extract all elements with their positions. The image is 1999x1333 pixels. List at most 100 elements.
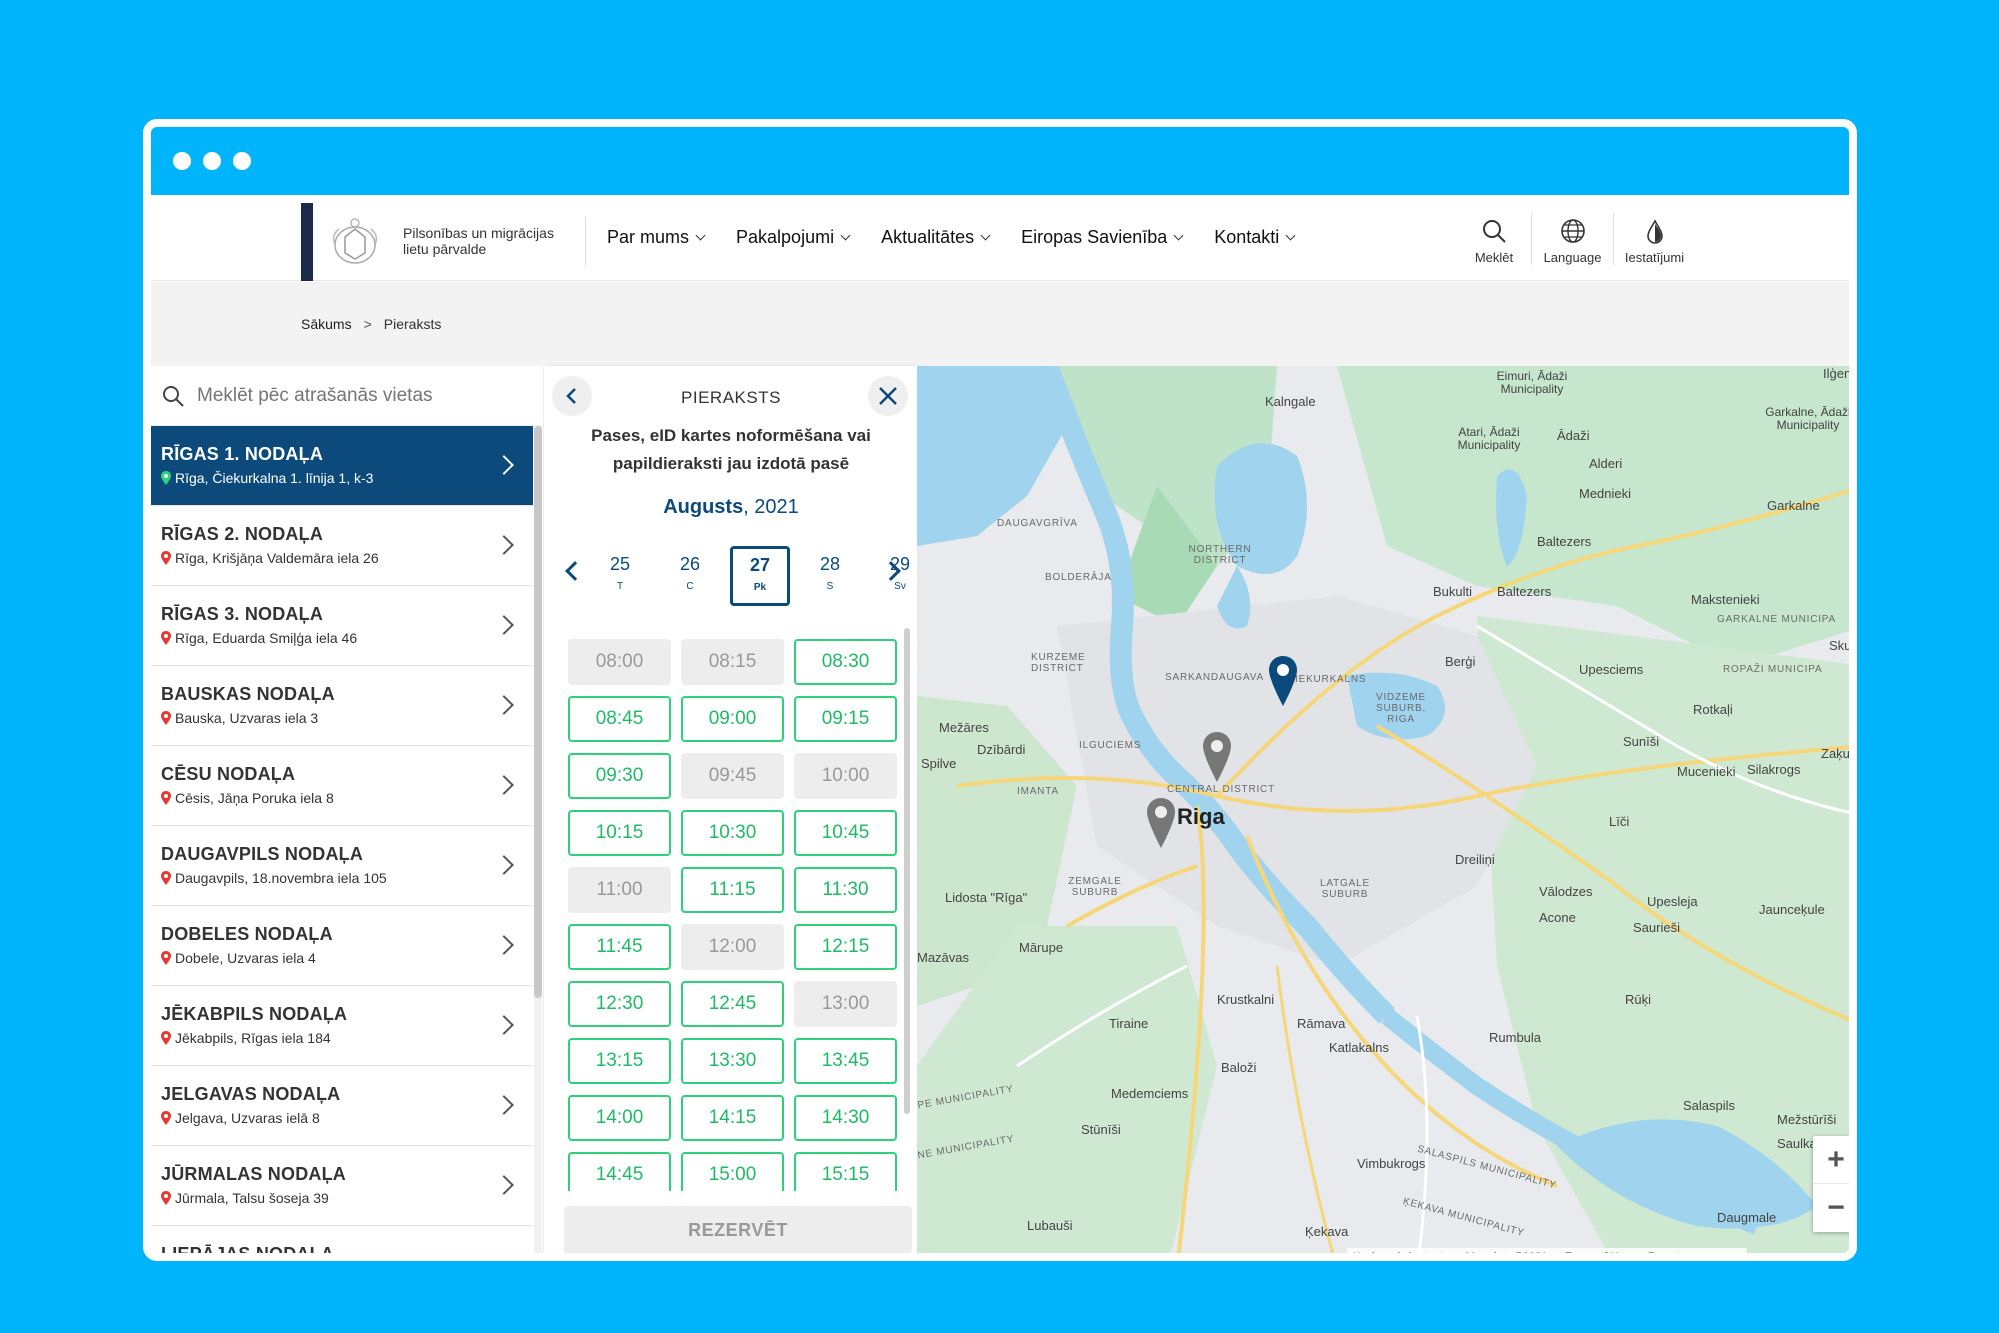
time-slot[interactable]: 08:45 [568, 696, 671, 742]
time-slot[interactable]: 09:00 [681, 696, 784, 742]
location-name: RĪGAS 2. NODAĻA [161, 524, 324, 544]
slots-scrollbar[interactable] [904, 628, 910, 1114]
location-address: Bauska, Uzvaras iela 3 [161, 710, 533, 726]
nav-eiropas-savieniba[interactable]: Eiropas Savienība [1021, 227, 1184, 248]
location-pin-icon[interactable] [1145, 796, 1177, 852]
location-search [151, 366, 543, 426]
reserve-button[interactable]: REZERVĒT [564, 1206, 912, 1253]
time-slot[interactable]: 12:15 [794, 924, 897, 970]
time-slot[interactable]: 11:15 [681, 867, 784, 913]
language-button[interactable]: Language [1531, 213, 1613, 265]
time-slot[interactable]: 11:30 [794, 867, 897, 913]
map-label: Makstenieki [1691, 592, 1760, 607]
chevron-down-icon [980, 230, 991, 241]
day-number: 25 [609, 554, 631, 574]
search-label: Meklēt [1474, 250, 1514, 265]
search-button[interactable]: Meklēt [1457, 213, 1531, 265]
location-item[interactable]: DOBELES NODAĻA Dobele, Uzvaras iela 4 [151, 906, 533, 986]
header-tools: Meklēt Language Iestatījumi [1457, 213, 1695, 265]
time-slot[interactable]: 09:30 [568, 753, 671, 799]
window-dot-1[interactable] [173, 152, 191, 170]
time-slot[interactable]: 08:30 [794, 639, 897, 685]
map-label: Upesleja [1647, 894, 1698, 909]
time-slot[interactable]: 10:30 [681, 810, 784, 856]
time-slot[interactable]: 09:15 [794, 696, 897, 742]
location-item[interactable]: CĒSU NODAĻA Cēsis, Jāņa Poruka iela 8 [151, 746, 533, 826]
map-label: Vālodzes [1539, 884, 1593, 899]
location-address: Cēsis, Jāņa Poruka iela 8 [161, 790, 533, 806]
settings-label: Iestatījumi [1624, 250, 1685, 265]
district-label: VIDZEME SUBURB, RIGA [1375, 692, 1427, 725]
close-button[interactable] [868, 376, 908, 416]
location-item[interactable]: LIEPĀJAS NODAĻA [151, 1226, 533, 1253]
selected-location-pin-icon[interactable] [1267, 654, 1299, 710]
terms-link[interactable]: Terms of Use [1565, 1251, 1630, 1253]
time-slot[interactable]: 11:45 [568, 924, 671, 970]
district-label: IMANTA [1017, 786, 1059, 797]
coat-of-arms-logo-icon[interactable] [327, 215, 383, 269]
zoom-in-button[interactable]: + [1813, 1136, 1849, 1184]
map-label: Vimbukrogs [1357, 1156, 1426, 1171]
time-slot: 08:15 [681, 639, 784, 685]
keyboard-shortcuts-link[interactable]: Keyboard shortcuts [1353, 1251, 1448, 1253]
time-slot[interactable]: 14:45 [568, 1152, 671, 1191]
window-titlebar [151, 127, 1849, 195]
map-label: Līči [1609, 814, 1630, 829]
report-error-link[interactable]: Report a map error [1648, 1251, 1741, 1253]
location-item[interactable]: JELGAVAS NODAĻA Jelgava, Uzvaras ielā 8 [151, 1066, 533, 1146]
location-item[interactable]: RĪGAS 2. NODAĻA Rīga, Krišjāņa Valdemāra … [151, 506, 533, 586]
map-label: Mežstūrīši [1777, 1112, 1837, 1127]
nav-kontakti[interactable]: Kontakti [1214, 227, 1296, 248]
time-slots: 08:00 08:15 08:30 08:45 09:00 09:15 09:30 09:45… [568, 639, 908, 1191]
day-option[interactable]: 25 T [590, 546, 650, 606]
time-slot[interactable]: 15:15 [794, 1152, 897, 1191]
map-label: Lubauši [1027, 1218, 1073, 1233]
location-panel: RĪGAS 1. NODAĻA Rīga, Čiekurkalna 1. līni… [151, 366, 543, 1253]
nav-par-mums[interactable]: Par mums [607, 227, 706, 248]
list-scrollbar[interactable] [534, 426, 542, 998]
window-dot-3[interactable] [233, 152, 251, 170]
location-item[interactable]: DAUGAVPILS NODAĻA Daugavpils, 18.novembra… [151, 826, 533, 906]
time-slot[interactable]: 10:45 [794, 810, 897, 856]
location-item[interactable]: RĪGAS 1. NODAĻA Rīga, Čiekurkalna 1. līni… [151, 426, 533, 506]
day-option[interactable]: 26 C [660, 546, 720, 606]
time-slot[interactable]: 13:30 [681, 1038, 784, 1084]
time-slot[interactable]: 12:30 [568, 981, 671, 1027]
zoom-out-button[interactable]: − [1813, 1184, 1849, 1232]
time-slot[interactable]: 15:00 [681, 1152, 784, 1191]
time-slot[interactable]: 13:45 [794, 1038, 897, 1084]
window-dot-2[interactable] [203, 152, 221, 170]
nav-aktualitates[interactable]: Aktualitātes [881, 227, 991, 248]
time-slot[interactable]: 14:30 [794, 1095, 897, 1141]
chevron-down-icon [1285, 230, 1296, 241]
prev-days-chevron-icon[interactable] [565, 561, 585, 581]
time-slot[interactable]: 12:45 [681, 981, 784, 1027]
location-pin-icon[interactable] [1201, 730, 1233, 786]
map[interactable]: Kalngale Eimuri, Ādaži Municipality Ādaž… [917, 366, 1849, 1253]
district-label: ZEMGALE SUBURB [1068, 876, 1122, 898]
address-text: Jūrmala, Talsu šoseja 39 [175, 1190, 329, 1206]
time-slot[interactable]: 13:15 [568, 1038, 671, 1084]
map-pin-icon [161, 1111, 171, 1125]
map-label: Mežāres [939, 720, 989, 735]
day-option[interactable]: 27 Pk [730, 546, 790, 606]
breadcrumb-home[interactable]: Sākums [301, 316, 352, 332]
map-label: Tiraine [1109, 1016, 1149, 1031]
location-name: JŪRMALAS NODAĻA [161, 1164, 346, 1184]
nav-pakalpojumi[interactable]: Pakalpojumi [736, 227, 851, 248]
time-slot[interactable]: 10:15 [568, 810, 671, 856]
time-slot[interactable]: 14:00 [568, 1095, 671, 1141]
location-search-input[interactable] [197, 384, 517, 407]
day-option[interactable]: 28 S [800, 546, 860, 606]
address-text: Cēsis, Jāņa Poruka iela 8 [175, 790, 334, 806]
settings-button[interactable]: Iestatījumi [1613, 213, 1695, 265]
breadcrumb-bar: Sākums > Pieraksts [151, 282, 1849, 366]
map-label: Alderi [1589, 456, 1623, 471]
location-item[interactable]: JŪRMALAS NODAĻA Jūrmala, Talsu šoseja 39 [151, 1146, 533, 1226]
location-address: Dobele, Uzvaras iela 4 [161, 950, 533, 966]
time-slot[interactable]: 14:15 [681, 1095, 784, 1141]
location-item[interactable]: RĪGAS 3. NODAĻA Rīga, Eduarda Smiļģa iela… [151, 586, 533, 666]
location-item[interactable]: BAUSKAS NODAĻA Bauska, Uzvaras iela 3 [151, 666, 533, 746]
org-name[interactable]: Pilsonības un migrācijas lietu pārvalde [403, 225, 573, 257]
location-item[interactable]: JĒKABPILS NODAĻA Jēkabpils, Rīgas iela 18… [151, 986, 533, 1066]
